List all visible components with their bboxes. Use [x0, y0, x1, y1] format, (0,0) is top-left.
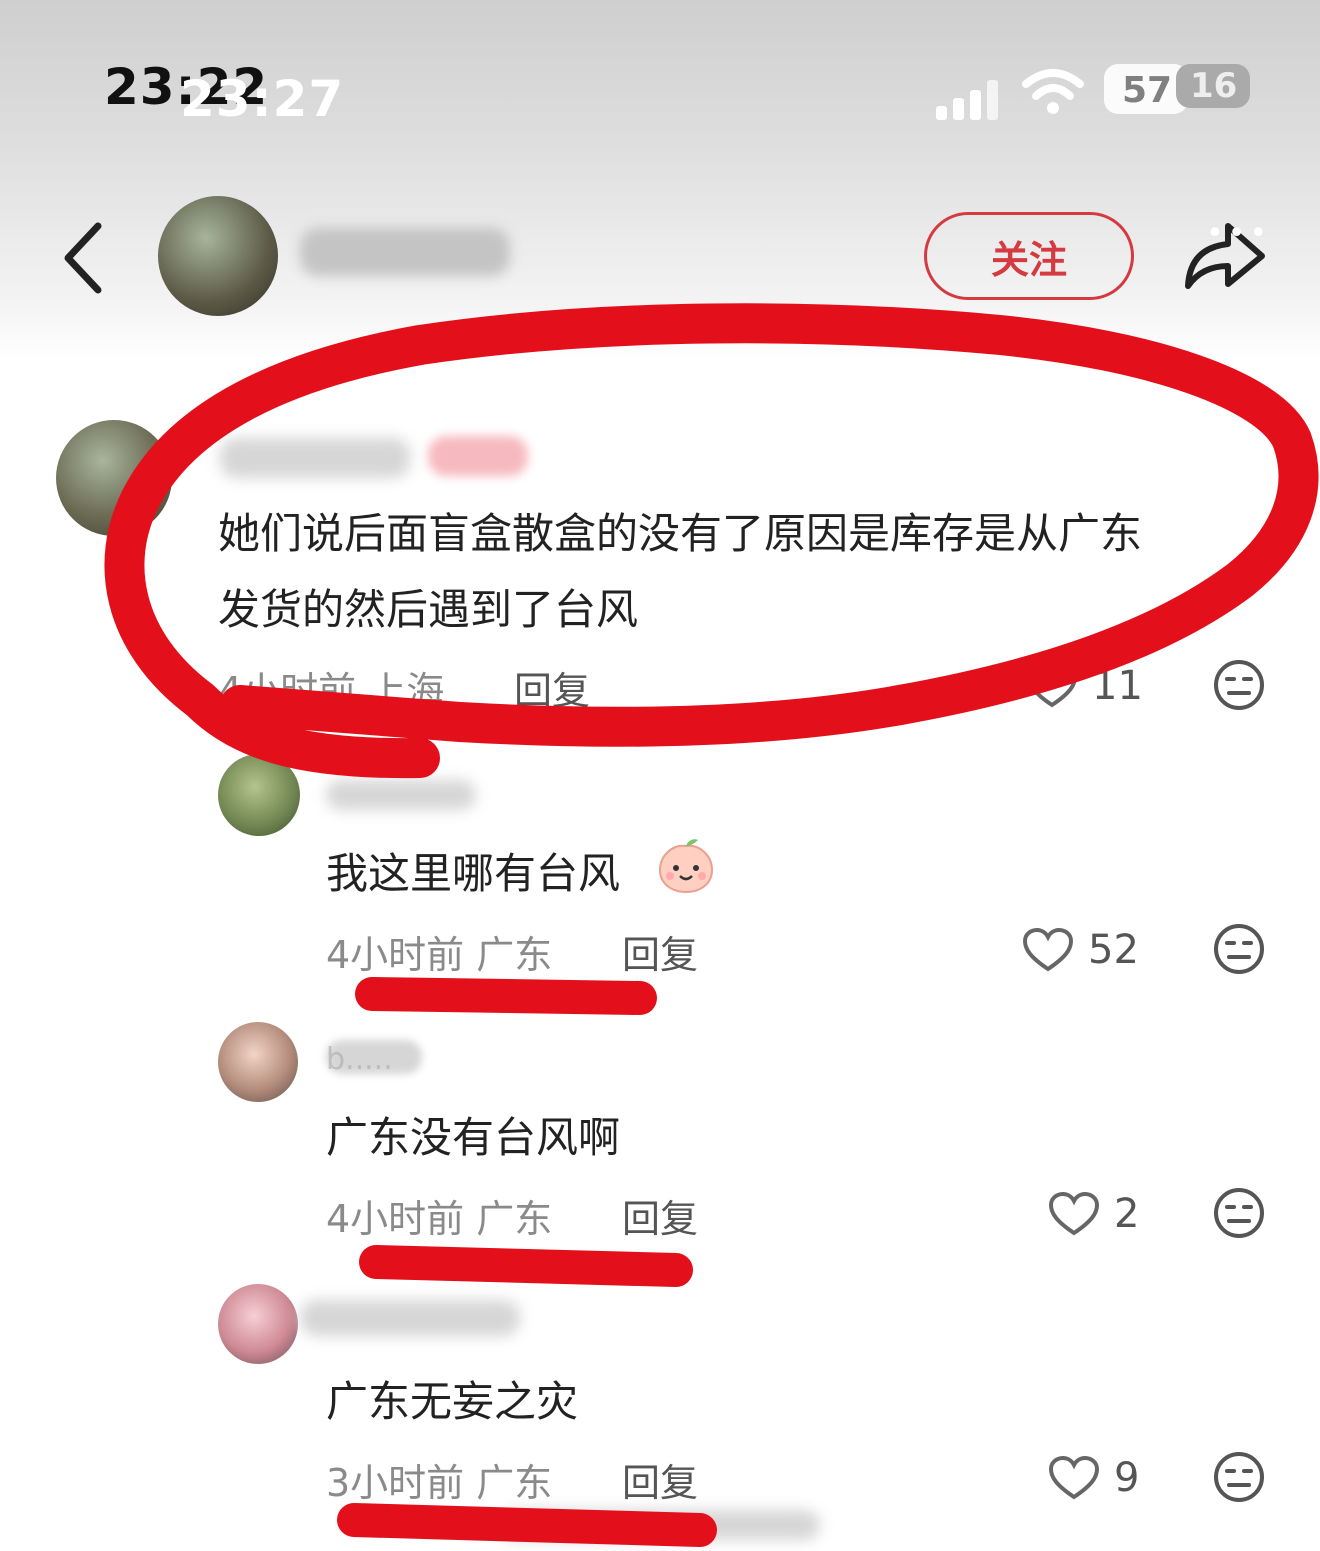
heart-icon	[1048, 1191, 1100, 1236]
more-dots-icon[interactable]: •••	[1206, 216, 1271, 251]
follow-button[interactable]: 关注	[924, 212, 1134, 300]
comment-meta: 4小时前 广东	[326, 1197, 553, 1241]
battery-level-b: 16	[1190, 66, 1238, 106]
like-button[interactable]: 9	[1048, 1450, 1139, 1506]
annotation-underline	[355, 977, 657, 1015]
user-tag-blurred	[428, 436, 528, 476]
avatar[interactable]	[56, 420, 172, 536]
username-blurred	[300, 1300, 520, 1336]
like-button[interactable]: 11	[1026, 658, 1143, 714]
avatar[interactable]	[218, 754, 300, 836]
dislike-face-icon[interactable]	[1212, 658, 1266, 712]
peach-face-emoji	[658, 839, 714, 894]
heart-icon	[1022, 927, 1074, 972]
avatar[interactable]	[218, 1022, 298, 1102]
heart-icon	[1026, 663, 1078, 708]
like-button[interactable]: 2	[1048, 1186, 1139, 1242]
comment-meta: 3小时前 广东	[326, 1461, 553, 1505]
comment-text: 广东没有台风啊	[326, 1113, 621, 1162]
comment-text: 我这里哪有台风	[326, 849, 621, 898]
comment-meta: 4小时前 上海	[218, 669, 445, 713]
comment-line: 她们说后面盲盒散盒的没有了原因是库存是从广东	[218, 509, 1143, 558]
dislike-face-icon[interactable]	[1212, 922, 1266, 976]
comment-text: 她们说后面盲盒散盒的没有了原因是库存是从广东 发货的然后遇到了台风	[218, 496, 1258, 648]
annotation-underline	[359, 1245, 693, 1287]
username-blurred	[326, 780, 476, 810]
wifi-icon	[1022, 69, 1084, 114]
like-count: 11	[1092, 663, 1143, 709]
comment-text: 广东无妄之灾	[326, 1377, 579, 1426]
comment-meta: 4小时前 广东	[326, 933, 553, 977]
blurred-content	[500, 1510, 820, 1540]
status-time-front: 23:27	[180, 70, 345, 128]
like-count: 2	[1114, 1191, 1140, 1237]
comment-line: 发货的然后遇到了台风	[218, 585, 639, 634]
battery-icon-overlay: 16	[1176, 64, 1250, 108]
signal-icon	[936, 78, 1000, 120]
chevron-left-icon[interactable]	[56, 220, 116, 296]
author-name-blurred	[300, 228, 510, 276]
like-count: 9	[1114, 1455, 1140, 1501]
author-avatar[interactable]	[158, 196, 278, 316]
dislike-face-icon[interactable]	[1212, 1186, 1266, 1240]
like-count: 52	[1088, 927, 1139, 973]
battery-level-a: 57	[1122, 70, 1173, 111]
dislike-face-icon[interactable]	[1212, 1450, 1266, 1504]
username-partial: b.....	[326, 1042, 393, 1077]
username-blurred	[220, 438, 410, 478]
reply-button[interactable]: 回复	[514, 660, 590, 715]
reply-button[interactable]: 回复	[622, 924, 698, 979]
avatar[interactable]	[218, 1284, 298, 1364]
heart-icon	[1048, 1455, 1100, 1500]
reply-button[interactable]: 回复	[622, 1452, 698, 1507]
reply-button[interactable]: 回复	[622, 1188, 698, 1243]
like-button[interactable]: 52	[1022, 922, 1139, 978]
